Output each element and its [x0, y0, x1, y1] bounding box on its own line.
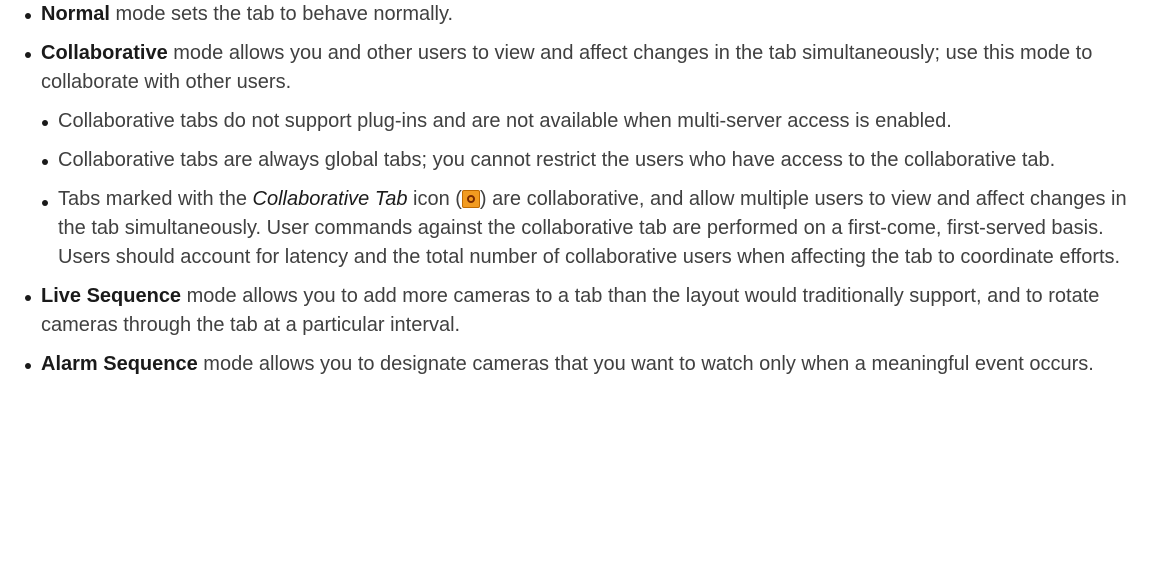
- description-alarm-sequence: mode allows you to designate cameras tha…: [197, 353, 1094, 375]
- term-live-sequence: Live Sequence: [41, 285, 182, 307]
- sub-item-plugins: Collaborative tabs do not support plug-i…: [41, 107, 1144, 136]
- list-item-live-sequence: Live Sequence mode allows you to add mor…: [24, 282, 1144, 340]
- term-normal: Normal: [41, 3, 110, 25]
- bullet-icon: [25, 52, 31, 58]
- description-live-sequence: mode allows you to add more cameras to a…: [41, 285, 1100, 336]
- term-alarm-sequence: Alarm Sequence: [41, 353, 198, 375]
- description-collaborative: mode allows you and other users to view …: [41, 42, 1093, 93]
- bullet-icon: [42, 120, 48, 126]
- collaborative-tab-icon: [461, 190, 480, 208]
- sub-item-plugins-text: Collaborative tabs do not support plug-i…: [58, 110, 952, 132]
- list-item-normal: Normal mode sets the tab to behave norma…: [24, 0, 1144, 29]
- bullet-icon: [25, 13, 31, 19]
- sub-item-global: Collaborative tabs are always global tab…: [41, 146, 1144, 175]
- tab-mode-list: Normal mode sets the tab to behave norma…: [24, 0, 1144, 389]
- term-collaborative: Collaborative: [41, 42, 168, 64]
- bullet-icon: [25, 295, 31, 301]
- description-normal: mode sets the tab to behave normally.: [109, 3, 454, 25]
- sub-item-icon-pre: Tabs marked with the: [58, 188, 253, 210]
- collaborative-sublist: Collaborative tabs do not support plug-i…: [41, 107, 1144, 272]
- bullet-icon: [25, 363, 31, 369]
- sub-item-icon: Tabs marked with the Collaborative Tab i…: [41, 185, 1144, 272]
- collaborative-tab-label: Collaborative Tab: [252, 188, 408, 210]
- bullet-icon: [42, 200, 48, 206]
- list-item-collaborative: Collaborative mode allows you and other …: [24, 39, 1144, 272]
- sub-item-icon-mid: icon (: [407, 188, 462, 210]
- sub-item-global-text: Collaborative tabs are always global tab…: [58, 149, 1056, 171]
- list-item-alarm-sequence: Alarm Sequence mode allows you to design…: [24, 350, 1144, 379]
- bullet-icon: [42, 159, 48, 165]
